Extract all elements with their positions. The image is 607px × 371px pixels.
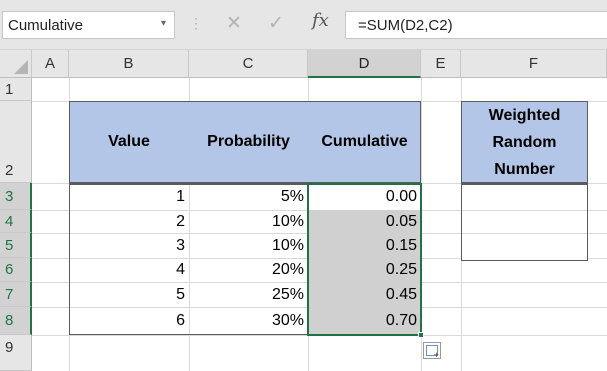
name-box[interactable]: Cumulative ▾ [2, 11, 175, 39]
row-header-3[interactable]: 3 [0, 183, 32, 210]
insert-function-icon[interactable]: fx [312, 10, 329, 31]
column-header-c[interactable]: C [189, 50, 308, 78]
table-cell-probability[interactable]: 25% [189, 282, 308, 307]
column-header-e[interactable]: E [421, 50, 461, 78]
formula-bar: Cumulative ▾ ⋮ ✕ ✓ fx =SUM(D2,C2) [0, 0, 607, 50]
weighted-header-line: Weighted [488, 106, 561, 124]
table-cell-probability[interactable]: 30% [189, 307, 308, 335]
table-header-probability[interactable]: Probability [189, 101, 308, 183]
table-cell-probability[interactable]: 10% [189, 233, 308, 258]
name-box-value: Cumulative [8, 17, 84, 34]
row-header-7[interactable]: 7 [0, 282, 32, 307]
table-cell-cumulative[interactable]: 0.45 [308, 282, 421, 307]
weighted-header-line: Random [492, 133, 557, 151]
weighted-header-line: Number [494, 160, 555, 178]
table-cell-cumulative[interactable]: 0.70 [308, 307, 421, 335]
column-header-a[interactable]: A [32, 50, 69, 78]
table-cell-probability[interactable]: 20% [189, 258, 308, 282]
table-cell-cumulative[interactable]: 0.00 [308, 183, 421, 210]
row-header-9[interactable]: 9 [0, 335, 32, 371]
table-cell-cumulative[interactable]: 0.15 [308, 233, 421, 258]
table-cell-value[interactable]: 3 [69, 233, 189, 258]
formula-input[interactable]: =SUM(D2,C2) [345, 11, 607, 39]
row-header-8[interactable]: 8 [0, 307, 32, 335]
table-cell-probability[interactable]: 10% [189, 210, 308, 233]
table-cell-value[interactable]: 1 [69, 183, 189, 210]
gridline [462, 233, 587, 234]
column-header-b[interactable]: B [69, 50, 189, 78]
weighted-random-number-cells[interactable] [461, 183, 588, 261]
row-header-4[interactable]: 4 [0, 210, 32, 233]
enter-icon[interactable]: ✓ [268, 12, 284, 35]
row-header-2[interactable]: 2 [0, 101, 32, 183]
row-header-5[interactable]: 5 [0, 233, 32, 258]
table-cell-value[interactable]: 2 [69, 210, 189, 233]
table-cell-value[interactable]: 4 [69, 258, 189, 282]
cancel-icon[interactable]: ✕ [226, 12, 242, 35]
chevron-down-icon[interactable]: ▾ [161, 18, 166, 29]
drag-handle-icon[interactable]: ⋮ [189, 15, 203, 32]
autofill-options-button[interactable]: + [423, 342, 441, 360]
table-cell-value[interactable]: 6 [69, 307, 189, 335]
formula-text: =SUM(D2,C2) [358, 17, 453, 34]
column-header-d[interactable]: D [308, 50, 421, 78]
gridline [462, 210, 587, 211]
table-cell-probability[interactable]: 5% [189, 183, 308, 210]
table-cell-cumulative[interactable]: 0.25 [308, 258, 421, 282]
weighted-random-number-header[interactable]: Weighted Random Number [461, 101, 588, 183]
table-header-value[interactable]: Value [69, 101, 189, 183]
plus-icon: + [433, 350, 439, 360]
row-header-1[interactable]: 1 [0, 78, 32, 101]
table-cell-value[interactable]: 5 [69, 282, 189, 307]
column-header-f[interactable]: F [461, 50, 607, 78]
row-header-6[interactable]: 6 [0, 258, 32, 282]
spreadsheet-grid[interactable]: A B C D E F 1 2 3 4 5 6 7 8 9 Value Prob… [0, 50, 607, 371]
table-cell-cumulative[interactable]: 0.05 [308, 210, 421, 233]
select-all-button[interactable] [0, 50, 32, 78]
table-header-cumulative[interactable]: Cumulative [308, 101, 421, 183]
